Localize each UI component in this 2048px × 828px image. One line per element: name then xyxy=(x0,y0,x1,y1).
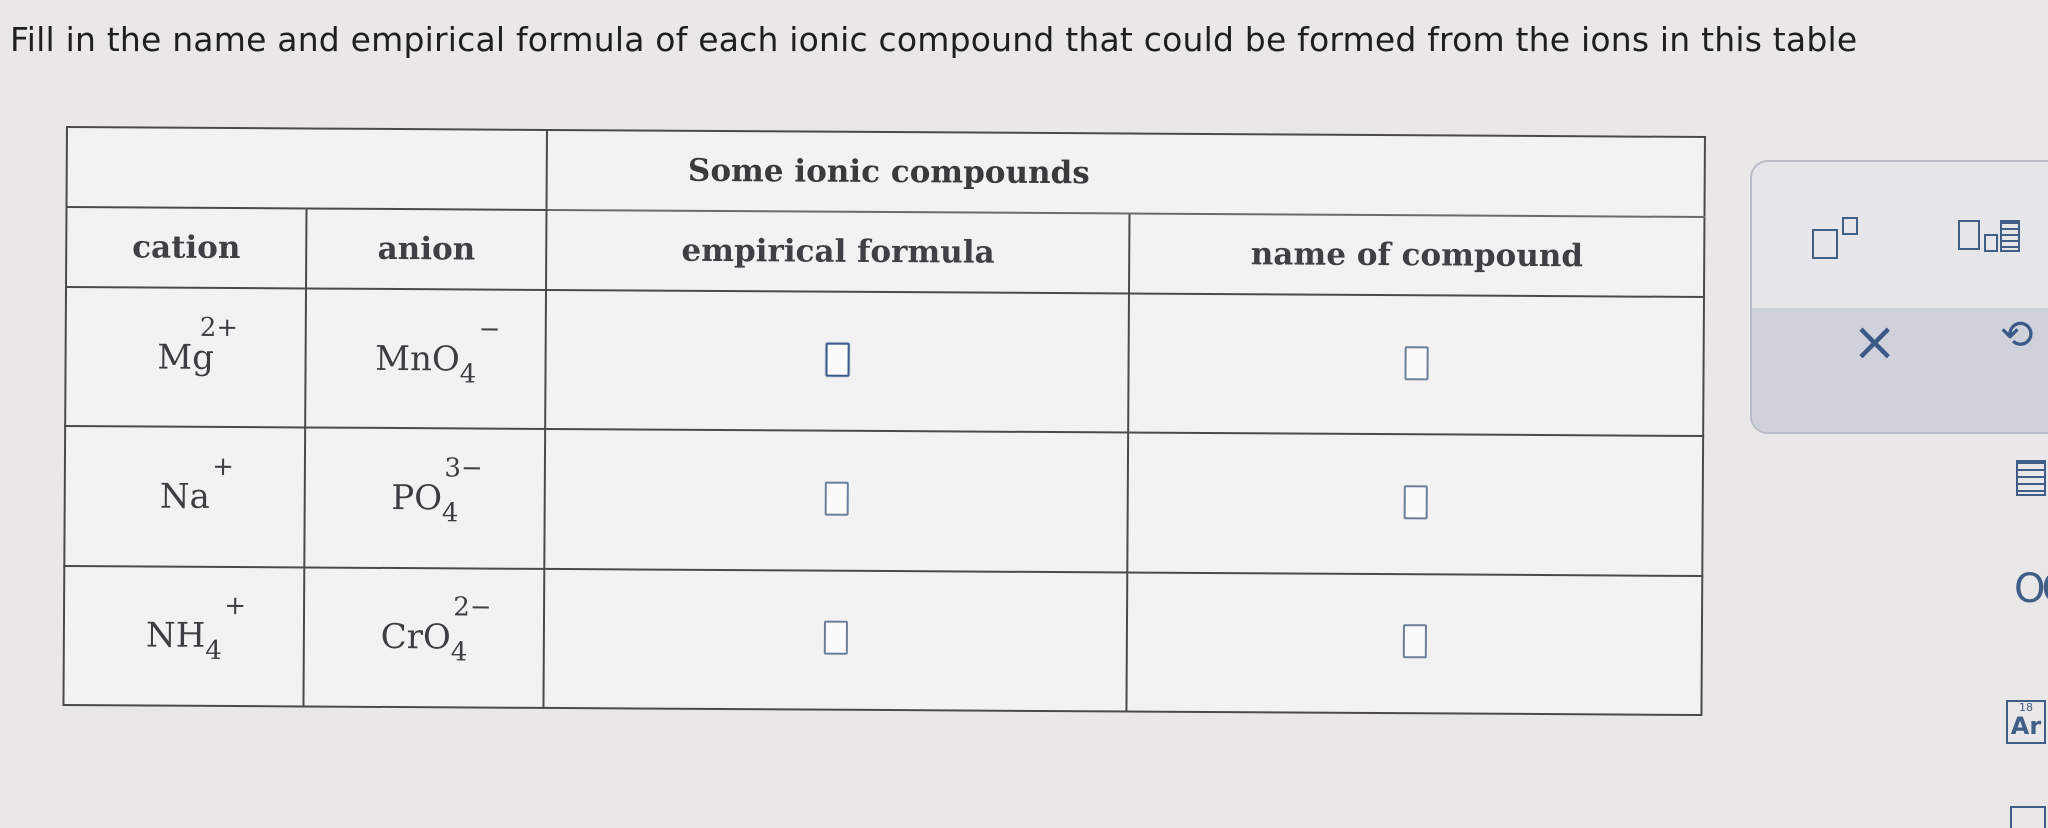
formula-input[interactable] xyxy=(824,481,849,516)
table-row: Na + PO4 3− xyxy=(64,426,1704,576)
name-input[interactable] xyxy=(1404,345,1429,380)
table-title-blank xyxy=(66,127,548,210)
cation-ion: Mg 2+ xyxy=(157,312,239,378)
anion-cell: PO4 3− xyxy=(304,427,546,569)
math-toolbar-panel: × ⟲ xyxy=(1750,160,2048,434)
subscript-box-icon[interactable] xyxy=(1958,220,2038,260)
cation-cell: NH4 + xyxy=(63,565,305,707)
name-cell xyxy=(1127,432,1704,576)
instruction-text: Fill in the name and empirical formula o… xyxy=(10,20,1858,59)
name-input[interactable] xyxy=(1403,485,1428,520)
element-symbol: Ar xyxy=(2010,712,2042,740)
formula-cell xyxy=(544,429,1129,573)
more-tools-icon[interactable] xyxy=(2010,806,2046,828)
header-cation: cation xyxy=(66,207,307,289)
close-icon[interactable]: × xyxy=(1852,310,1897,373)
cation-ion: Na + xyxy=(159,451,235,517)
ionic-compounds-table-wrap: Some ionic compounds cation anion empiri… xyxy=(62,126,1706,717)
ionic-compounds-table: Some ionic compounds cation anion empiri… xyxy=(62,126,1706,717)
anion-ion: MnO4− xyxy=(375,314,501,390)
table-title: Some ionic compounds xyxy=(546,129,1705,218)
anion-cell: MnO4− xyxy=(305,288,547,430)
table-row: Mg 2+ MnO4− xyxy=(65,287,1704,437)
anion-cell: CrO4 2− xyxy=(303,567,545,708)
formula-input[interactable] xyxy=(823,620,848,656)
cation-cell: Mg 2+ xyxy=(65,287,307,428)
formula-cell xyxy=(545,289,1130,433)
superscript-box-icon[interactable] xyxy=(1812,217,1858,259)
dots-icon[interactable]: ΟΟ xyxy=(2014,566,2048,612)
anion-ion: CrO4 2− xyxy=(380,592,492,668)
header-anion: anion xyxy=(306,208,547,290)
undo-icon[interactable]: ⟲ xyxy=(2000,312,2034,358)
periodic-element-icon[interactable]: 18 Ar xyxy=(2006,700,2046,744)
equation-icon[interactable] xyxy=(2016,460,2046,496)
anion-ion: PO4 3− xyxy=(391,453,483,529)
header-empirical-formula: empirical formula xyxy=(546,209,1130,294)
header-name-of-compound: name of compound xyxy=(1129,213,1705,298)
name-cell xyxy=(1126,572,1703,716)
name-cell xyxy=(1128,293,1704,437)
table-row: NH4 + CrO4 2− xyxy=(63,565,1703,716)
cation-cell: Na + xyxy=(64,426,306,568)
name-input[interactable] xyxy=(1402,624,1427,659)
formula-input[interactable] xyxy=(825,342,850,377)
cation-ion: NH4 + xyxy=(145,591,247,667)
formula-cell xyxy=(543,568,1128,712)
